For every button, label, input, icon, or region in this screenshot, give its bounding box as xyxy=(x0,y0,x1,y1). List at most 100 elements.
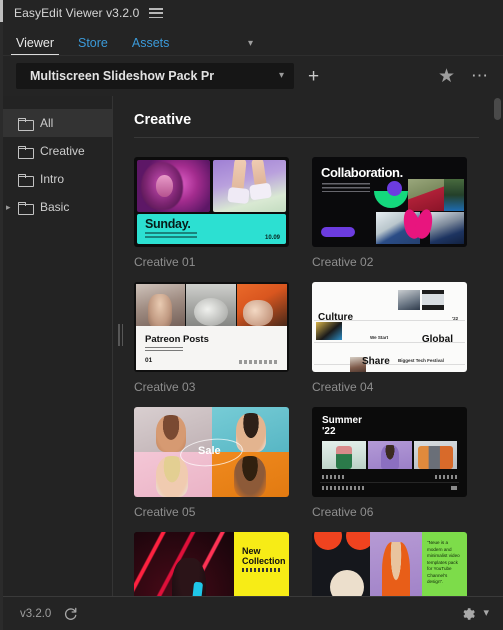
title-bar: EasyEdit Viewer v3.2.0 xyxy=(0,0,503,26)
preset-dropdown[interactable]: Multiscreen Slideshow Pack Pr ▾ xyxy=(16,63,294,89)
template-card-label: Creative 05 xyxy=(134,505,196,519)
thumb-art-number: 01 xyxy=(145,357,153,364)
thumb-art-shape xyxy=(249,182,272,201)
template-thumbnail[interactable]: Collaboration. xyxy=(312,157,467,247)
thumb-art-photo-right xyxy=(213,160,286,212)
status-bar: v3.2.0 ▾ xyxy=(0,596,503,630)
refresh-icon[interactable] xyxy=(63,606,78,621)
chevron-down-icon[interactable]: ▾ xyxy=(483,608,489,619)
tab-store[interactable]: Store xyxy=(76,36,110,56)
thumb-art-textblock xyxy=(145,232,197,239)
sidebar-item-all[interactable]: All xyxy=(0,109,112,137)
thumb-art-caption: Biggest Tech Festival xyxy=(398,358,444,363)
preset-dropdown-value: Multiscreen Slideshow Pack Pr xyxy=(30,69,215,83)
thumb-art-card: Patreon Posts 01 xyxy=(136,326,287,370)
splitter-grip-icon xyxy=(118,324,123,346)
thumb-art-photo xyxy=(186,284,236,330)
thumb-art-shape xyxy=(330,570,364,596)
thumb-art-panel: New Collection xyxy=(234,532,289,596)
template-grid-panel: Creative Sunday. 10.09 Creative 01 Colla… xyxy=(113,96,503,596)
thumb-art-shape xyxy=(387,181,402,196)
thumb-art-word: Culture xyxy=(318,312,353,323)
sidebar-item-label: Intro xyxy=(40,172,65,186)
thumb-art-textblock xyxy=(145,347,183,351)
template-thumbnail[interactable]: New Collection xyxy=(134,532,289,596)
thumb-art-photo xyxy=(444,179,464,211)
window-edge-strip-lower xyxy=(0,22,3,630)
window-title: EasyEdit Viewer v3.2.0 xyxy=(14,6,140,20)
template-card[interactable]: Culture Global Share We Start Biggest Te… xyxy=(312,282,467,394)
thumb-art-quote: "Neue is a modern and minimalist video t… xyxy=(427,540,460,584)
thumb-art-photo xyxy=(430,212,464,244)
tab-bar-divider xyxy=(0,55,503,56)
template-thumbnail[interactable]: "Neue is a modern and minimalist video t… xyxy=(312,532,467,596)
template-card-label: Creative 02 xyxy=(312,255,374,269)
template-card[interactable]: Summer '22 Creative 06 xyxy=(312,407,467,519)
thumb-art-word: Global xyxy=(421,334,453,345)
thumb-art-photo xyxy=(422,290,444,310)
thumb-art-textblock xyxy=(242,568,282,572)
tab-viewer[interactable]: Viewer xyxy=(11,36,59,56)
sidebar-item-creative[interactable]: Creative xyxy=(0,137,112,165)
sidebar-item-basic[interactable]: ▸ Basic xyxy=(0,193,112,221)
template-card[interactable]: Sale Creative 05 xyxy=(134,407,289,519)
toolbar: Multiscreen Slideshow Pack Pr ▾ + ★ ⋯ xyxy=(0,56,503,96)
template-card-label: Creative 01 xyxy=(134,255,196,269)
easyedit-viewer-window: EasyEdit Viewer v3.2.0 Viewer Store Asse… xyxy=(0,0,503,630)
thumb-art-textblock xyxy=(322,475,344,479)
star-icon[interactable]: ★ xyxy=(438,67,455,86)
thumb-art-caption: '22 xyxy=(452,316,459,321)
folder-sidebar: All Creative Intro ▸ Basic xyxy=(0,96,113,596)
thumb-art-year: '22 xyxy=(322,426,336,437)
folder-icon xyxy=(18,173,34,187)
thumb-art-word: Share xyxy=(362,356,390,367)
scrollbar-thumb[interactable] xyxy=(494,98,501,120)
template-thumbnail[interactable]: Patreon Posts 01 xyxy=(134,282,289,372)
gear-icon[interactable] xyxy=(460,606,476,622)
thumb-art-headline: New Collection xyxy=(242,546,286,566)
tab-bar: Viewer Store Assets ▾ xyxy=(0,26,503,56)
chevron-down-icon[interactable]: ▾ xyxy=(248,39,253,49)
sidebar-item-intro[interactable]: Intro xyxy=(0,165,112,193)
tab-assets[interactable]: Assets xyxy=(130,36,172,56)
template-card[interactable]: "Neue is a modern and minimalist video t… xyxy=(312,532,467,596)
thumb-art-photo xyxy=(237,284,287,330)
thumb-art-textblock xyxy=(322,183,370,192)
sidebar-item-label: All xyxy=(40,116,54,130)
add-button[interactable]: + xyxy=(308,67,319,86)
template-thumbnail[interactable]: Sunday. 10.09 xyxy=(134,157,289,247)
template-card[interactable]: New Collection xyxy=(134,532,289,596)
thumb-art-shape xyxy=(227,186,250,205)
vertical-scrollbar[interactable] xyxy=(492,96,503,596)
version-label: v3.2.0 xyxy=(20,607,52,620)
template-thumbnail[interactable]: Culture Global Share We Start Biggest Te… xyxy=(312,282,467,372)
template-card[interactable]: Collaboration. Creative 02 xyxy=(312,157,467,269)
thumb-art-photo xyxy=(322,441,366,469)
template-card[interactable]: Sunday. 10.09 Creative 01 xyxy=(134,157,289,269)
thumb-art-banner: Sunday. 10.09 xyxy=(137,214,286,244)
thumb-art-photo xyxy=(136,284,185,330)
body-area: All Creative Intro ▸ Basic Creative Sund… xyxy=(0,96,503,596)
thumb-art-photo xyxy=(398,290,420,310)
thumb-art-photo xyxy=(414,441,457,469)
sidebar-item-label: Creative xyxy=(40,144,85,158)
ellipsis-icon[interactable]: ⋯ xyxy=(471,67,489,84)
template-grid: Sunday. 10.09 Creative 01 Collaboration. xyxy=(134,157,483,596)
section-title: Creative xyxy=(134,112,192,128)
hamburger-icon[interactable] xyxy=(149,7,164,19)
thumb-art-headline: Patreon Posts xyxy=(145,334,209,345)
thumb-art-caption: We Start xyxy=(370,335,389,340)
template-thumbnail[interactable]: Summer '22 xyxy=(312,407,467,497)
sidebar-splitter[interactable] xyxy=(113,96,127,596)
template-card[interactable]: Patreon Posts 01 Creative 03 xyxy=(134,282,289,394)
thumb-art-photo xyxy=(368,441,412,469)
thumb-art-photo xyxy=(408,179,444,211)
thumb-art-photo xyxy=(316,322,342,340)
template-card-label: Creative 04 xyxy=(312,380,374,394)
template-thumbnail[interactable]: Sale xyxy=(134,407,289,497)
thumb-art-textblock xyxy=(239,360,279,364)
thumb-art-button xyxy=(321,227,355,237)
thumb-art-headline: Summer xyxy=(322,415,363,426)
sidebar-item-label: Basic xyxy=(40,200,70,214)
chevron-right-icon[interactable]: ▸ xyxy=(6,202,11,212)
